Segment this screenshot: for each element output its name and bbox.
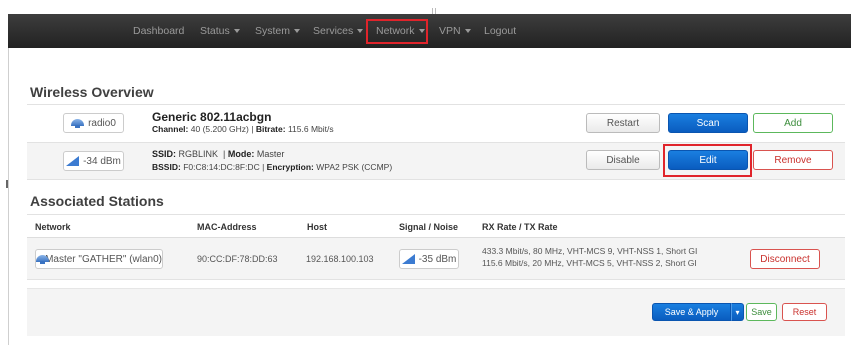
- column-header-mac: MAC-Address: [197, 222, 257, 232]
- radio-badge: radio0: [63, 113, 124, 133]
- chevron-down-icon: ▾: [735, 307, 740, 317]
- associated-stations-heading: Associated Stations: [30, 193, 164, 209]
- nav-dashboard[interactable]: Dashboard: [133, 14, 184, 48]
- chevron-down-icon: [233, 29, 240, 34]
- column-header-host: Host: [307, 222, 327, 232]
- wireless-overview-heading: Wireless Overview: [30, 84, 154, 100]
- station-host: 192.168.100.103: [306, 254, 374, 264]
- column-header-rate: RX Rate / TX Rate: [482, 222, 558, 232]
- wifi-icon: [36, 254, 50, 264]
- station-tx-rate: 115.6 Mbit/s, 20 MHz, VHT-MCS 5, VHT-NSS…: [482, 258, 697, 268]
- save-apply-button[interactable]: Save & Apply: [652, 303, 731, 321]
- table-row: Master "GATHER" (wlan0) 90:CC:DF:78:DD:6…: [27, 238, 845, 280]
- save-button[interactable]: Save: [746, 303, 777, 321]
- remove-button[interactable]: Remove: [753, 150, 833, 170]
- left-marker: [6, 180, 8, 188]
- station-network-badge: Master "GATHER" (wlan0): [35, 249, 163, 269]
- nav-status[interactable]: Status: [200, 14, 240, 48]
- network-highlight-box: [366, 19, 428, 44]
- signal-strength-icon: [66, 156, 80, 166]
- signal-badge-label: -34 dBm: [83, 155, 121, 167]
- edit-highlight-box: [663, 144, 752, 177]
- nav-logout[interactable]: Logout: [484, 14, 516, 48]
- disconnect-button[interactable]: Disconnect: [750, 249, 820, 269]
- station-mac: 90:CC:DF:78:DD:63: [197, 254, 278, 264]
- left-border: [8, 48, 9, 345]
- station-signal-badge: -35 dBm: [399, 249, 459, 269]
- chevron-down-icon: [464, 29, 471, 34]
- device-name: Generic 802.11acbgn: [152, 110, 272, 124]
- restart-button[interactable]: Restart: [586, 113, 660, 133]
- nav-services[interactable]: Services: [313, 14, 364, 48]
- wifi-icon: [71, 118, 85, 128]
- save-apply-dropdown-toggle[interactable]: ▾: [731, 303, 744, 321]
- column-header-network: Network: [35, 222, 71, 232]
- nav-vpn[interactable]: VPN: [439, 14, 471, 48]
- station-network: Master "GATHER" (wlan0): [45, 253, 162, 265]
- ssid-info: SSID: RGBLINK | Mode: Master: [152, 149, 285, 159]
- disable-button[interactable]: Disable: [586, 150, 660, 170]
- nav-system[interactable]: System: [255, 14, 301, 48]
- bssid-info: BSSID: F0:C8:14:DC:8F:DC | Encryption: W…: [152, 162, 393, 172]
- signal-badge: -34 dBm: [63, 151, 124, 171]
- left-edge: [0, 0, 8, 345]
- add-button[interactable]: Add: [753, 113, 833, 133]
- radio-badge-label: radio0: [88, 117, 116, 129]
- signal-strength-icon: [401, 254, 415, 264]
- station-rx-rate: 433.3 Mbit/s, 80 MHz, VHT-MCS 9, VHT-NSS…: [482, 246, 698, 256]
- station-signal: -35 dBm: [418, 253, 457, 265]
- device-info: Channel: 40 (5.200 GHz) | Bitrate: 115.6…: [152, 124, 334, 134]
- chevron-down-icon: [294, 29, 301, 34]
- chevron-down-icon: [357, 29, 364, 34]
- reset-button[interactable]: Reset: [782, 303, 827, 321]
- stations-table-header: Network MAC-Address Host Signal / Noise …: [27, 214, 845, 238]
- top-navbar: Dashboard Status System Services Network…: [8, 14, 851, 48]
- column-header-signal: Signal / Noise: [399, 222, 459, 232]
- scan-button[interactable]: Scan: [668, 113, 748, 133]
